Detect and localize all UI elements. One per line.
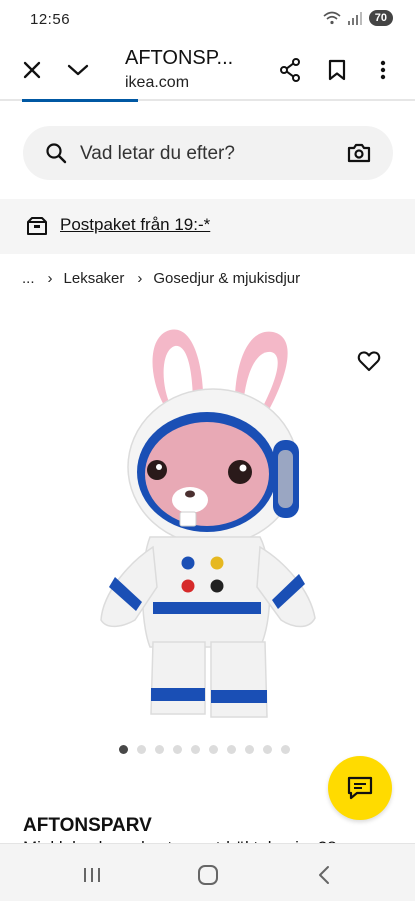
carousel-dot[interactable] <box>263 745 272 754</box>
search-bar[interactable] <box>23 126 393 180</box>
parcel-icon <box>27 217 47 235</box>
page-url: ikea.com <box>125 74 190 91</box>
signal-icon <box>347 12 362 25</box>
carousel-dot[interactable] <box>209 745 218 754</box>
share-icon <box>280 58 300 82</box>
system-nav-bar <box>0 843 415 901</box>
progress-fill <box>22 99 138 102</box>
camera-icon[interactable] <box>347 142 371 164</box>
back-icon <box>319 866 329 884</box>
carousel-dot[interactable] <box>281 745 290 754</box>
expand-button[interactable] <box>62 54 94 86</box>
carousel-dot[interactable] <box>173 745 182 754</box>
breadcrumb-item-gosedjur[interactable]: Gosedjur & mjukisdjur <box>153 270 300 287</box>
carousel-dot[interactable] <box>245 745 254 754</box>
product-name: AFTONSPARV <box>23 815 152 836</box>
status-bar: 12:56 70 <box>0 0 415 40</box>
recents-icon <box>84 868 100 882</box>
chat-button[interactable] <box>328 756 392 820</box>
carousel-dot[interactable] <box>119 745 128 754</box>
status-time: 12:56 <box>30 11 71 28</box>
battery-indicator: 70 <box>368 10 393 26</box>
carousel-dot[interactable] <box>137 745 146 754</box>
wifi-icon <box>323 11 341 25</box>
browser-toolbar: AFTONSP... ikea.com <box>0 40 415 100</box>
close-icon <box>23 61 41 79</box>
carousel-dots <box>119 745 290 754</box>
search-icon <box>46 143 67 164</box>
breadcrumb-ellipsis[interactable]: ... <box>22 270 35 287</box>
chat-icon <box>347 776 373 800</box>
favourite-button[interactable] <box>357 350 381 377</box>
chevron-right-icon: › <box>47 270 53 287</box>
more-options-button[interactable] <box>367 54 399 86</box>
status-icons: 70 <box>323 10 393 26</box>
breadcrumb: ... › Leksaker › Gosedjur & mjukisdjur <box>22 270 300 287</box>
heart-icon <box>357 351 381 372</box>
home-button[interactable] <box>188 862 228 888</box>
delivery-banner: Postpaket från 19:-* <box>0 199 415 254</box>
product-image[interactable] <box>95 322 325 727</box>
bookmark-button[interactable] <box>321 54 353 86</box>
close-tab-button[interactable] <box>16 54 48 86</box>
bookmark-icon <box>328 59 346 81</box>
delivery-link[interactable]: Postpaket från 19:-* <box>60 215 210 235</box>
chevron-down-icon <box>67 64 89 76</box>
recents-button[interactable] <box>72 862 112 888</box>
back-button[interactable] <box>304 862 344 888</box>
breadcrumb-item-leksaker[interactable]: Leksaker <box>64 270 125 287</box>
home-icon <box>198 865 218 885</box>
carousel-dot[interactable] <box>227 745 236 754</box>
carousel-dot[interactable] <box>191 745 200 754</box>
carousel-dot[interactable] <box>155 745 164 754</box>
page-load-progress <box>0 99 415 102</box>
chevron-right-icon: › <box>137 270 143 287</box>
share-button[interactable] <box>274 54 306 86</box>
page-title: AFTONSP... <box>125 47 234 69</box>
more-vert-icon <box>380 60 386 80</box>
search-input[interactable] <box>78 139 342 169</box>
